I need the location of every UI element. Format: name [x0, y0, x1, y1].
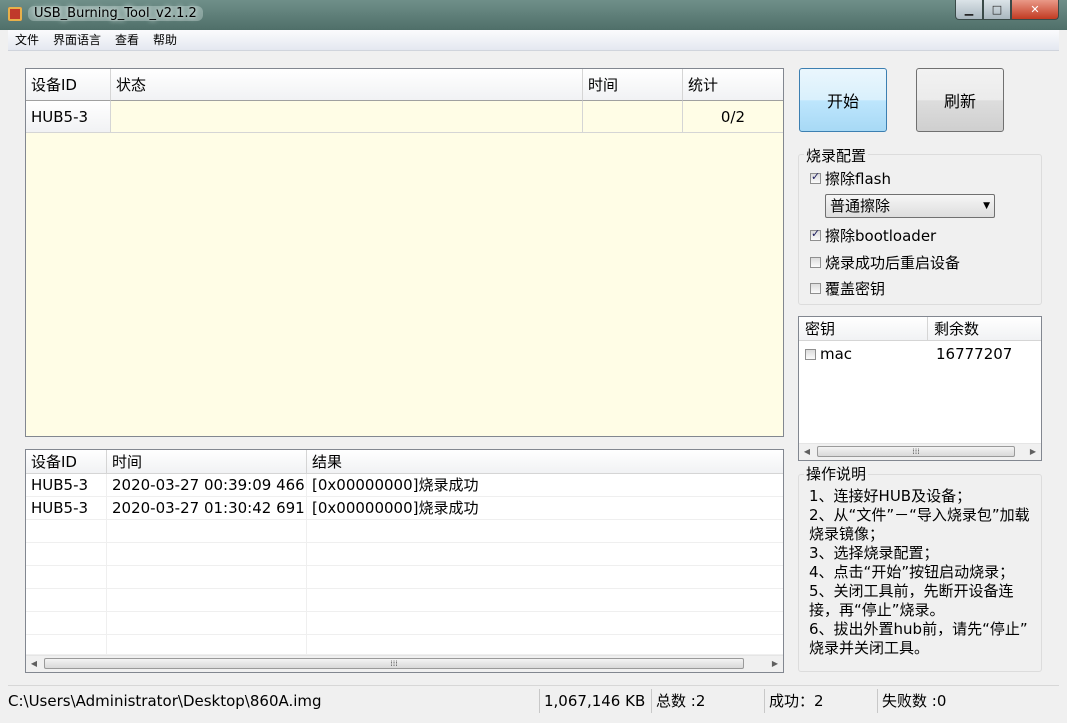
menu-view[interactable]: 查看: [108, 30, 146, 50]
window-controls: ▁ □ ✕: [955, 0, 1059, 20]
menu-bar: 文件 界面语言 查看 帮助: [8, 30, 1059, 51]
close-icon: ✕: [1030, 3, 1040, 16]
log-cell-result: [0x00000000]烧录成功: [312, 476, 479, 494]
client-area: 设备ID 状态 时间 统计 HUB5-3 0/2 开始 刷新 烧录配置 擦除fl…: [8, 51, 1059, 716]
erase-mode-value: 普通擦除: [830, 197, 891, 215]
grid-cell-time: [583, 101, 683, 133]
log-header-device-id[interactable]: 设备ID: [26, 450, 107, 474]
erase-mode-select[interactable]: 普通擦除 ▼: [825, 194, 995, 218]
instruction-line: 烧录并关闭工具。: [809, 639, 930, 657]
log-cell-device-id: HUB5-3: [26, 497, 107, 520]
grid-header-device-id[interactable]: 设备ID: [26, 69, 111, 101]
overwrite-key-label: 覆盖密钥: [825, 280, 886, 298]
grid-header-time[interactable]: 时间: [583, 69, 683, 101]
instructions-group: 1、连接好HUB及设备； 2、从“文件”－“导入烧录包”加载 烧录镜像； 3、选…: [798, 474, 1042, 672]
refresh-button-label: 刷新: [943, 92, 976, 111]
status-total: 总数 :2: [652, 689, 765, 713]
key-header-name[interactable]: 密钥: [799, 317, 928, 341]
log-cell-time: 2020-03-27 01:30:42 691: [107, 497, 307, 520]
instruction-line: 4、点击“开始”按钮启动烧录；: [809, 563, 1015, 581]
instruction-line: 接，再“停止”烧录。: [809, 601, 945, 619]
maximize-icon: □: [991, 3, 1003, 16]
log-row[interactable]: HUB5-3 2020-03-27 01:30:42 691 [0x000000…: [26, 497, 783, 520]
log-row[interactable]: HUB5-3 2020-03-27 00:39:09 466 [0x000000…: [26, 474, 783, 497]
refresh-button[interactable]: 刷新: [916, 68, 1004, 132]
scroll-thumb[interactable]: ⁞⁞⁞: [44, 658, 744, 669]
status-bar: C:\Users\Administrator\Desktop\860A.img …: [8, 685, 1059, 716]
scroll-right-icon[interactable]: ▶: [767, 656, 783, 672]
reboot-after-option[interactable]: 烧录成功后重启设备: [810, 252, 960, 273]
key-header-remaining[interactable]: 剩余数: [928, 317, 1041, 341]
log-list[interactable]: 设备ID 时间 结果 HUB5-3 2020-03-27 00:39:09 46…: [25, 449, 784, 673]
scroll-left-icon[interactable]: ◀: [799, 444, 815, 460]
scroll-right-icon[interactable]: ▶: [1025, 444, 1041, 460]
erase-flash-checkbox[interactable]: [810, 170, 821, 184]
key-list[interactable]: 密钥 剩余数 mac 16777207 ◀ ⁞⁞⁞ ▶: [798, 316, 1042, 461]
erase-bootloader-label: 擦除bootloader: [825, 227, 937, 245]
start-button-label: 开始: [826, 92, 859, 111]
key-list-hscrollbar[interactable]: ◀ ⁞⁞⁞ ▶: [799, 443, 1041, 460]
status-success: 成功：2: [765, 689, 878, 713]
scroll-thumb[interactable]: ⁞⁞⁞: [817, 446, 1015, 457]
log-row-empty: [26, 612, 783, 635]
grid-cell-device-id[interactable]: HUB5-3: [26, 101, 111, 133]
instructions-title: 操作说明: [804, 463, 869, 484]
key-row-remaining: 16777207: [936, 345, 1013, 363]
window-title: USB_Burning_Tool_v2.1.2: [28, 6, 203, 21]
chevron-down-icon: ▼: [983, 201, 990, 211]
log-cell-device-id: HUB5-3: [26, 474, 107, 497]
menu-help[interactable]: 帮助: [146, 30, 184, 50]
app-icon: [8, 7, 22, 21]
close-button[interactable]: ✕: [1011, 0, 1059, 20]
instruction-line: 2、从“文件”－“导入烧录包”加载: [809, 506, 1030, 524]
instruction-line: 烧录镜像；: [809, 525, 885, 543]
log-header-result[interactable]: 结果: [307, 450, 783, 474]
log-row-empty: [26, 635, 783, 655]
overwrite-key-option[interactable]: 覆盖密钥: [810, 278, 885, 299]
log-cell-result: [0x00000000]烧录成功: [312, 499, 479, 517]
grid-cell-stats: 0/2: [683, 101, 783, 133]
log-cell-time: 2020-03-27 00:39:09 466: [107, 474, 307, 497]
status-file-path: C:\Users\Administrator\Desktop\860A.img: [8, 689, 540, 713]
minimize-button[interactable]: ▁: [955, 0, 983, 20]
status-failed: 失败数 :0: [882, 692, 947, 710]
burn-config-title: 烧录配置: [804, 145, 869, 166]
app-window: USB_Burning_Tool_v2.1.2 ▁ □ ✕ 文件 界面语言 查看…: [0, 0, 1067, 723]
instruction-line: 5、关闭工具前，先断开设备连: [809, 582, 1014, 600]
grid-cell-status: [111, 101, 583, 133]
erase-flash-option[interactable]: 擦除flash: [810, 168, 891, 189]
erase-bootloader-option[interactable]: 擦除bootloader: [810, 225, 936, 246]
log-row-empty: [26, 589, 783, 612]
instruction-line: 1、连接好HUB及设备；: [809, 487, 972, 505]
status-file-size: 1,067,146 KB: [540, 689, 652, 713]
log-header-time[interactable]: 时间: [107, 450, 307, 474]
title-bar[interactable]: USB_Burning_Tool_v2.1.2 ▁ □ ✕: [0, 0, 1067, 30]
instruction-line: 6、拔出外置hub前，请先“停止”: [809, 620, 1028, 638]
reboot-after-label: 烧录成功后重启设备: [825, 254, 961, 272]
minimize-icon: ▁: [964, 3, 974, 16]
log-row-empty: [26, 543, 783, 566]
key-row-name: mac: [820, 345, 853, 363]
menu-file[interactable]: 文件: [8, 30, 46, 50]
scroll-left-icon[interactable]: ◀: [26, 656, 42, 672]
log-row-empty: [26, 566, 783, 589]
instruction-line: 3、选择烧录配置；: [809, 544, 939, 562]
grid-header-stats[interactable]: 统计: [683, 69, 783, 101]
maximize-button[interactable]: □: [983, 0, 1011, 20]
key-row-checkbox[interactable]: [805, 348, 816, 360]
device-grid[interactable]: 设备ID 状态 时间 统计 HUB5-3 0/2: [25, 68, 784, 437]
menu-language[interactable]: 界面语言: [46, 30, 108, 50]
overwrite-key-checkbox[interactable]: [810, 283, 821, 294]
grid-header-status[interactable]: 状态: [111, 69, 583, 101]
key-row[interactable]: mac: [805, 345, 852, 363]
log-hscrollbar[interactable]: ◀ ⁞⁞⁞ ▶: [26, 655, 783, 672]
start-button[interactable]: 开始: [799, 68, 887, 132]
erase-flash-label: 擦除flash: [825, 170, 891, 188]
instructions-text: 1、连接好HUB及设备； 2、从“文件”－“导入烧录包”加载 烧录镜像； 3、选…: [809, 487, 1041, 658]
log-row-empty: [26, 520, 783, 543]
erase-bootloader-checkbox[interactable]: [810, 227, 821, 241]
reboot-after-checkbox[interactable]: [810, 257, 821, 268]
